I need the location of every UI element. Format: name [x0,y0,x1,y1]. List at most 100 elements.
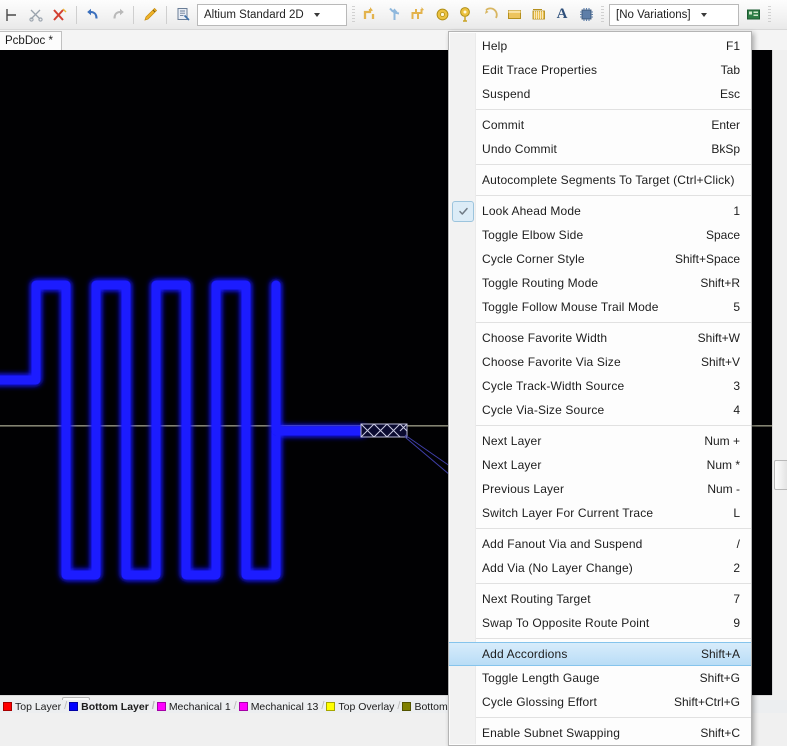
layer-tab-label: Mechanical 1 [168,700,231,713]
menu-item-cycle-via-size-source[interactable]: Cycle Via-Size Source 4 [449,398,751,422]
toolbar-grip[interactable] [601,5,604,24]
layer-tab-top-overlay[interactable]: Top Overlay / [323,700,400,713]
chevron-down-icon[interactable] [697,6,712,24]
measure-icon[interactable] [1,4,23,26]
layer-tab-label: Mechanical 13 [250,700,319,713]
layer-tab-mechanical-13[interactable]: Mechanical 13/ [236,700,324,713]
multi-route-icon[interactable] [407,4,429,26]
view-config-value: Altium Standard 2D [204,8,304,21]
menu-item-label: Add Via (No Layer Change) [482,561,633,575]
menu-item-enable-subnet-swapping[interactable]: Enable Subnet Swapping Shift+C [449,721,751,745]
menu-item-switch-layer-for-current-trace[interactable]: Switch Layer For Current Trace L [449,501,751,525]
rule-combo[interactable] [776,5,787,25]
variations-value: [No Variations] [616,8,691,21]
menu-item-label: Choose Favorite Via Size [482,355,621,369]
menu-item-shortcut: Tab [720,63,740,77]
menu-item-next-layer[interactable]: Next Layer Num + [449,429,751,453]
layer-tab-label: Top Layer [15,700,62,713]
interactive-routing-icon[interactable] [359,4,381,26]
menu-item-label: Cycle Corner Style [482,252,585,266]
menu-item-swap-to-opposite-route-point[interactable]: Swap To Opposite Route Point 9 [449,611,751,635]
menu-item-commit[interactable]: Commit Enter [449,113,751,137]
menu-item-add-accordions[interactable]: Add Accordions Shift+A [449,642,751,666]
menu-item-shortcut: BkSp [711,142,740,156]
component-icon[interactable] [575,4,597,26]
layer-tab-top-layer[interactable]: Top Layer / [0,700,67,713]
menu-item-toggle-follow-mouse-trail-mode[interactable]: Toggle Follow Mouse Trail Mode 5 [449,295,751,319]
menu-item-toggle-routing-mode[interactable]: Toggle Routing Mode Shift+R [449,271,751,295]
layer-tab-bottom-layer[interactable]: Bottom Layer / [66,700,155,713]
menu-item-label: Switch Layer For Current Trace [482,506,654,520]
view-config-combo[interactable]: Altium Standard 2D [197,3,347,26]
menu-separator [476,583,751,584]
menu-item-choose-favorite-width[interactable]: Choose Favorite Width Shift+W [449,326,751,350]
menu-item-add-via-no-layer-change[interactable]: Add Via (No Layer Change) 2 [449,556,751,580]
pad-icon[interactable] [455,4,477,26]
menu-item-label: Toggle Follow Mouse Trail Mode [482,300,659,314]
menu-item-label: Next Layer [482,458,542,472]
menu-separator [476,717,751,718]
redo-icon[interactable] [106,4,128,26]
vertical-scroll-thumb[interactable] [774,460,787,490]
toolbar-grip[interactable] [768,5,771,24]
menu-separator [476,109,751,110]
menu-separator [476,195,751,196]
undo-icon[interactable] [82,4,104,26]
menu-item-shortcut: Num + [704,434,740,448]
menu-separator [476,425,751,426]
menu-item-label: Add Accordions [482,647,568,661]
layer-tab-label: Top Overlay [338,700,395,713]
chevron-down-icon[interactable] [310,6,325,24]
menu-item-label: Toggle Routing Mode [482,276,599,290]
layer-tab-mechanical-1[interactable]: Mechanical 1/ [154,700,237,713]
menu-item-toggle-elbow-side[interactable]: Toggle Elbow Side Space [449,223,751,247]
fill-icon[interactable] [503,4,525,26]
menu-item-cycle-glossing-effort[interactable]: Cycle Glossing Effort Shift+Ctrl+G [449,690,751,714]
menu-item-next-layer[interactable]: Next Layer Num * [449,453,751,477]
menu-item-shortcut: Shift+Space [674,252,740,266]
variations-combo[interactable]: [No Variations] [609,3,739,26]
cut-traces-icon[interactable] [25,4,47,26]
document-tab-pcbdoc[interactable]: PcbDoc * [0,31,62,50]
menu-item-undo-commit[interactable]: Undo Commit BkSp [449,137,751,161]
delete-trace-icon[interactable] [49,4,71,26]
menu-item-shortcut: 4 [733,403,740,417]
menu-item-shortcut: 1 [733,204,740,218]
highlight-pen-icon[interactable] [139,4,161,26]
layer-color-swatch [69,702,79,711]
menu-separator [476,322,751,323]
menu-item-label: Enable Subnet Swapping [482,726,621,740]
canvas-vertical-scrollbar[interactable] [772,50,787,695]
menu-item-add-fanout-via-and-suspend[interactable]: Add Fanout Via and Suspend / [449,532,751,556]
layer-color-swatch [326,702,336,711]
menu-item-help[interactable]: Help F1 [449,34,751,58]
menu-item-choose-favorite-via-size[interactable]: Choose Favorite Via Size Shift+V [449,350,751,374]
layer-color-swatch [156,702,166,711]
via-icon[interactable] [431,4,453,26]
menu-item-look-ahead-mode[interactable]: Look Ahead Mode 1 [449,199,751,223]
menu-item-suspend[interactable]: Suspend Esc [449,82,751,106]
menu-item-toggle-length-gauge[interactable]: Toggle Length Gauge Shift+G [449,666,751,690]
inspector-icon[interactable] [172,4,194,26]
menu-item-edit-trace-properties[interactable]: Edit Trace Properties Tab [449,58,751,82]
routing-context-menu[interactable]: Help F1 Edit Trace Properties Tab Suspend Esc… [448,31,752,746]
menu-item-shortcut: Space [705,228,740,242]
polygon-pour-icon[interactable] [527,4,549,26]
menu-item-cycle-track-width-source[interactable]: Cycle Track-Width Source 3 [449,374,751,398]
menu-item-previous-layer[interactable]: Previous Layer Num - [449,477,751,501]
layer-tab-bottom[interactable]: Bottom/ [399,700,454,713]
differential-pair-routing-icon[interactable] [383,4,405,26]
menu-item-shortcut: 9 [733,616,740,630]
arc-icon[interactable] [479,4,501,26]
menu-item-autocomplete-segments-to-target-ctrl-click[interactable]: Autocomplete Segments To Target (Ctrl+Cl… [449,168,751,192]
variant-board-icon[interactable] [742,4,764,26]
menu-item-shortcut: Shift+R [700,276,740,290]
menu-item-next-routing-target[interactable]: Next Routing Target 7 [449,587,751,611]
menu-item-shortcut: Enter [711,118,740,132]
toolbar-grip[interactable] [352,5,355,24]
layer-tab-label: Bottom Layer [81,700,149,713]
menu-item-label: Next Layer [482,434,542,448]
menu-item-cycle-corner-style[interactable]: Cycle Corner Style Shift+Space [449,247,751,271]
place-string-icon[interactable]: A [551,4,573,26]
menu-item-label: Toggle Elbow Side [482,228,584,242]
